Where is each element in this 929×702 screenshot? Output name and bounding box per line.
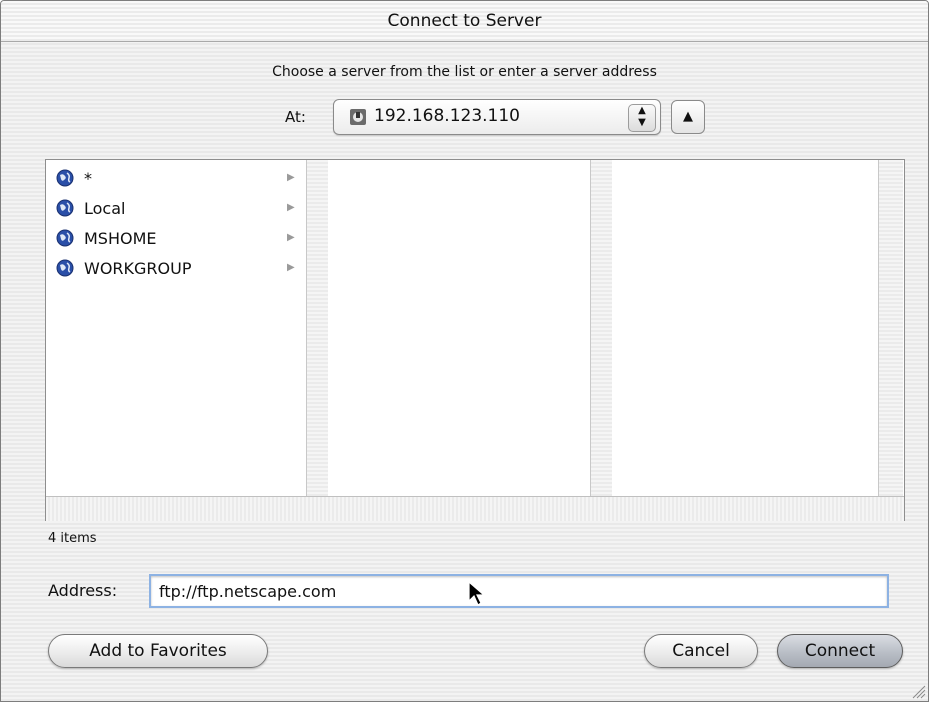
disclosure-arrow-icon: ▶ bbox=[287, 202, 295, 213]
at-label: At: bbox=[285, 108, 306, 126]
browser-column-1[interactable]: * ▶ Local ▶ MSHOME ▶ WORKGROUP ▶ bbox=[46, 160, 306, 496]
location-value: 192.168.123.110 bbox=[374, 106, 521, 126]
horizontal-scrollbar[interactable] bbox=[46, 496, 904, 521]
globe-icon bbox=[56, 199, 74, 217]
globe-icon bbox=[56, 259, 74, 277]
list-item-label: Local bbox=[84, 199, 126, 218]
globe-icon bbox=[56, 169, 74, 187]
address-label: Address: bbox=[48, 581, 118, 600]
server-icon bbox=[350, 109, 366, 125]
connect-to-server-window: Connect to Server Choose a server from t… bbox=[0, 0, 929, 702]
browser-column-2[interactable] bbox=[328, 160, 590, 496]
location-popup[interactable]: 192.168.123.110 ▲ ▼ bbox=[333, 99, 661, 135]
disclosure-arrow-icon: ▶ bbox=[287, 262, 295, 273]
popup-arrows-icon: ▲ ▼ bbox=[628, 104, 656, 132]
globe-icon bbox=[56, 229, 74, 247]
list-item[interactable]: Local ▶ bbox=[46, 194, 306, 224]
list-item-label: WORKGROUP bbox=[84, 259, 192, 278]
list-item-label: MSHOME bbox=[84, 229, 157, 248]
up-arrow-icon: ▲ bbox=[683, 109, 693, 124]
item-count: 4 items bbox=[48, 531, 97, 546]
add-to-favorites-button[interactable]: Add to Favorites bbox=[48, 634, 268, 668]
column-3-scrollbar[interactable] bbox=[878, 160, 903, 496]
list-item-label: * bbox=[84, 169, 92, 188]
list-item[interactable]: * ▶ bbox=[46, 164, 306, 194]
disclosure-arrow-icon: ▶ bbox=[287, 172, 295, 183]
address-input[interactable] bbox=[149, 574, 889, 608]
connect-button[interactable]: Connect bbox=[777, 634, 903, 668]
up-level-button[interactable]: ▲ bbox=[671, 100, 705, 134]
list-item[interactable]: WORKGROUP ▶ bbox=[46, 254, 306, 284]
browser-column-3[interactable] bbox=[612, 160, 878, 496]
cancel-button[interactable]: Cancel bbox=[644, 634, 758, 668]
instruction-text: Choose a server from the list or enter a… bbox=[272, 64, 657, 80]
mouse-cursor-icon bbox=[468, 581, 486, 606]
disclosure-arrow-icon: ▶ bbox=[287, 232, 295, 243]
list-item[interactable]: MSHOME ▶ bbox=[46, 224, 306, 254]
column-1-scrollbar[interactable] bbox=[306, 160, 330, 496]
title-bar[interactable]: Connect to Server bbox=[1, 1, 928, 42]
window-title: Connect to Server bbox=[387, 11, 542, 31]
column-2-scrollbar[interactable] bbox=[590, 160, 614, 496]
resize-grip-icon[interactable] bbox=[910, 683, 926, 699]
column-browser: * ▶ Local ▶ MSHOME ▶ WORKGROUP ▶ bbox=[45, 159, 905, 521]
